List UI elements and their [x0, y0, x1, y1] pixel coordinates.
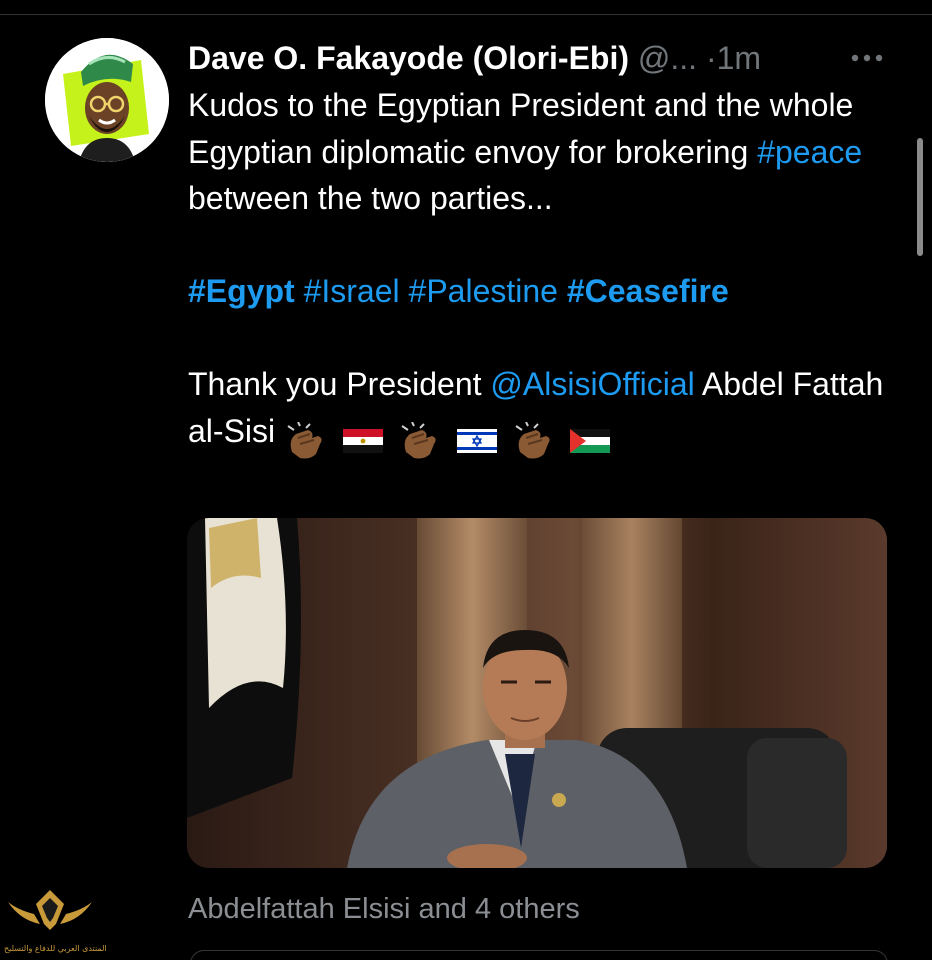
emoji-row — [284, 416, 616, 463]
tweet-text-end: between the two parties... — [188, 180, 553, 216]
watermark-text: المنتدى العربي للدفاع والتسليح — [4, 944, 107, 953]
more-options-icon[interactable] — [848, 40, 888, 76]
hashtag-egypt[interactable]: #Egypt — [188, 273, 295, 309]
tweet-paragraph-main: Kudos to the Egyptian President and the … — [188, 82, 888, 222]
clapping-hands-icon — [401, 422, 436, 459]
thanks-prefix: Thank you President — [188, 366, 491, 402]
watermark-logo: المنتدى العربي للدفاع والتسليح — [4, 884, 107, 958]
tweet-header: Dave O. Fakayode (Olori-Ebi) @... ·1m — [188, 34, 888, 82]
hashtag-israel[interactable]: #Israel — [304, 273, 400, 309]
top-divider — [0, 14, 932, 15]
author-avatar[interactable] — [45, 38, 169, 162]
reply-box-edge[interactable] — [190, 950, 888, 960]
hashtag-line: #Egypt #Israel #Palestine #Ceasefire — [188, 268, 888, 315]
hashtag-peace[interactable]: #peace — [757, 134, 862, 170]
author-handle[interactable]: @... — [638, 40, 697, 76]
liked-by-text[interactable]: Abdelfattah Elsisi and 4 others — [188, 888, 580, 930]
palestine-flag-icon — [570, 429, 611, 454]
clapping-hands-icon — [287, 422, 322, 459]
header-separator: · — [705, 40, 717, 76]
hashtag-palestine[interactable]: #Palestine — [409, 273, 558, 309]
avatar-illustration — [45, 38, 169, 162]
mention-alsisi[interactable]: @AlsisiOfficial — [490, 366, 694, 402]
hashtag-ceasefire[interactable]: #Ceasefire — [567, 273, 729, 309]
photo-of-president — [187, 518, 887, 868]
clapping-hands-icon — [515, 422, 550, 459]
tweet-image[interactable] — [187, 518, 887, 868]
eagle-emblem-icon — [8, 890, 92, 930]
tweet-text-start: Kudos to the Egyptian President and the … — [188, 87, 854, 170]
thanks-paragraph: Thank you President @AlsisiOfficial Abde… — [188, 361, 888, 462]
scrollbar[interactable] — [917, 138, 923, 256]
author-name[interactable]: Dave O. Fakayode (Olori-Ebi) — [188, 40, 629, 76]
israel-flag-icon — [456, 429, 497, 454]
egypt-flag-icon — [342, 429, 383, 454]
tweet-timestamp[interactable]: 1m — [717, 40, 761, 76]
tweet-text: Kudos to the Egyptian President and the … — [188, 82, 888, 462]
